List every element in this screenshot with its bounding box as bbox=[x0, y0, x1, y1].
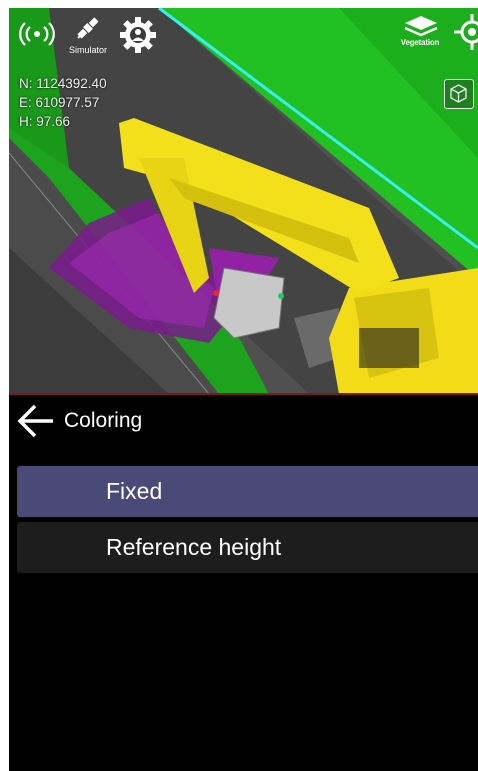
northing-value: N: 1124392.40 bbox=[19, 76, 107, 91]
satellite-icon[interactable] bbox=[74, 14, 102, 42]
arrow-left-icon[interactable] bbox=[15, 402, 55, 440]
viewport-divider bbox=[9, 393, 478, 395]
easting-value: E: 610977.57 bbox=[19, 95, 100, 110]
height-value: H: 97.66 bbox=[19, 114, 71, 129]
simulator-label: Simulator bbox=[68, 45, 107, 55]
app-frame: Simulator Vegetation N: 1124392.40 E: 61… bbox=[9, 8, 478, 771]
broadcast-signal-icon[interactable] bbox=[19, 20, 55, 48]
coordinate-readout: N: 1124392.40 E: 610977.57 H: 97.66 bbox=[19, 74, 107, 131]
layers-icon[interactable] bbox=[401, 14, 441, 40]
scene-render bbox=[9, 8, 478, 394]
map-3d-viewport[interactable]: Simulator Vegetation N: 1124392.40 E: 61… bbox=[9, 8, 478, 394]
option-fixed[interactable]: Fixed bbox=[17, 466, 478, 517]
view-cube-button[interactable] bbox=[444, 79, 474, 109]
panel-title: Coloring bbox=[64, 409, 143, 432]
vegetation-label: Vegetation bbox=[400, 38, 440, 47]
panel-header: Coloring bbox=[9, 400, 478, 442]
settings-gear-icon[interactable] bbox=[119, 16, 157, 54]
cube-icon bbox=[450, 84, 467, 103]
option-reference-height[interactable]: Reference height bbox=[17, 522, 478, 573]
crosshair-icon[interactable] bbox=[452, 14, 478, 50]
